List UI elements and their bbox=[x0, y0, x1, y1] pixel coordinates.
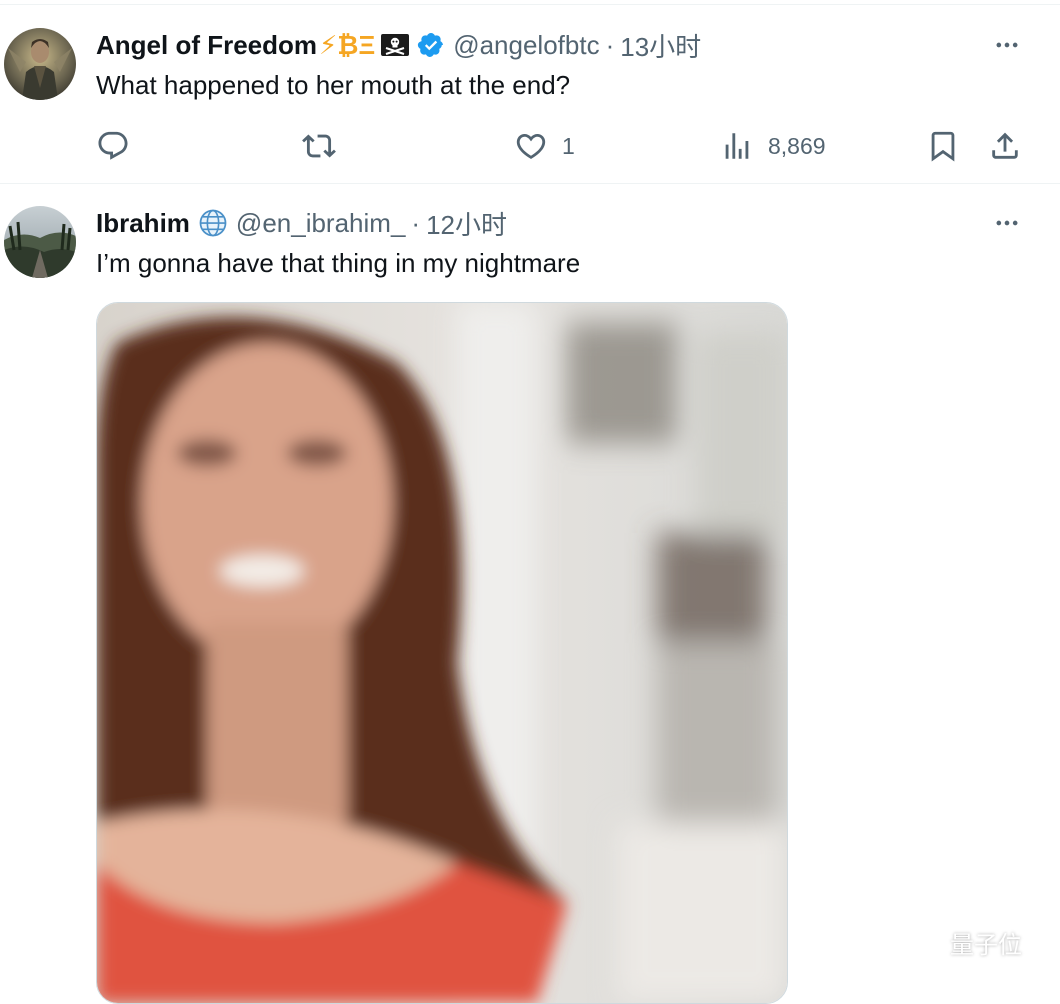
feed-top-divider bbox=[0, 4, 1060, 5]
share-icon bbox=[992, 132, 1018, 159]
share-button[interactable] bbox=[988, 126, 1022, 166]
display-name[interactable]: Ibrahim bbox=[96, 208, 190, 239]
media-photo bbox=[97, 303, 787, 1003]
reply-icon bbox=[98, 131, 128, 160]
name-emoji: ⚡₿Ξ bbox=[319, 29, 376, 60]
avatar-image bbox=[4, 206, 76, 278]
timestamp[interactable]: 12小时 bbox=[426, 205, 507, 242]
reply-button[interactable] bbox=[96, 126, 144, 166]
tweet-text: I’m gonna have that thing in my nightmar… bbox=[96, 248, 581, 278]
display-name[interactable]: Angel of Freedom bbox=[96, 30, 317, 61]
retweet-button[interactable] bbox=[302, 126, 350, 166]
pirate-flag-icon bbox=[381, 34, 410, 56]
tweet-media-image[interactable] bbox=[96, 302, 788, 1004]
retweet-icon bbox=[302, 134, 336, 158]
separator-dot: · bbox=[411, 207, 421, 238]
views-count: 8,869 bbox=[768, 132, 826, 159]
bookmark-icon bbox=[931, 131, 955, 162]
wechat-icon bbox=[900, 927, 941, 957]
tweet-ibrahim[interactable]: Ibrahim @en_ibrahim_ · 12小时 I’m gonna ha… bbox=[0, 184, 1060, 1004]
more-options-button[interactable] bbox=[990, 206, 1024, 240]
name-emoji-group: ⚡₿Ξ bbox=[319, 30, 445, 61]
timestamp[interactable]: 13小时 bbox=[620, 27, 701, 64]
tweet-text: What happened to her mouth at the end? bbox=[96, 70, 571, 100]
views-button[interactable]: 8,869 bbox=[720, 126, 826, 166]
more-options-button[interactable] bbox=[990, 28, 1024, 62]
like-count: 1 bbox=[562, 132, 575, 159]
verified-badge-icon[interactable] bbox=[417, 31, 445, 59]
more-icon bbox=[996, 220, 1018, 226]
heart-icon bbox=[516, 133, 546, 159]
avatar[interactable] bbox=[4, 206, 76, 278]
views-icon bbox=[725, 133, 749, 159]
avatar-image bbox=[4, 28, 76, 100]
separator-dot: · bbox=[605, 29, 615, 60]
watermark: 量子位 bbox=[898, 922, 1022, 962]
globe-icon bbox=[198, 208, 228, 238]
user-handle[interactable]: @en_ibrahim_ bbox=[236, 208, 405, 239]
tweet-actions: 1 8,869 bbox=[96, 126, 1026, 166]
avatar[interactable] bbox=[4, 28, 76, 100]
tweet-header: Ibrahim @en_ibrahim_ · 12小时 bbox=[96, 206, 507, 240]
bookmark-button[interactable] bbox=[926, 126, 960, 166]
watermark-text: 量子位 bbox=[950, 931, 1022, 959]
tweet-angel-of-freedom[interactable]: Angel of Freedom ⚡₿Ξ @angelofbtc · 13小时 … bbox=[0, 6, 1060, 184]
more-icon bbox=[996, 42, 1018, 48]
tweet-header: Angel of Freedom ⚡₿Ξ @angelofbtc · 13小时 bbox=[96, 28, 701, 62]
like-button[interactable]: 1 bbox=[514, 126, 575, 166]
user-handle[interactable]: @angelofbtc bbox=[453, 30, 599, 61]
